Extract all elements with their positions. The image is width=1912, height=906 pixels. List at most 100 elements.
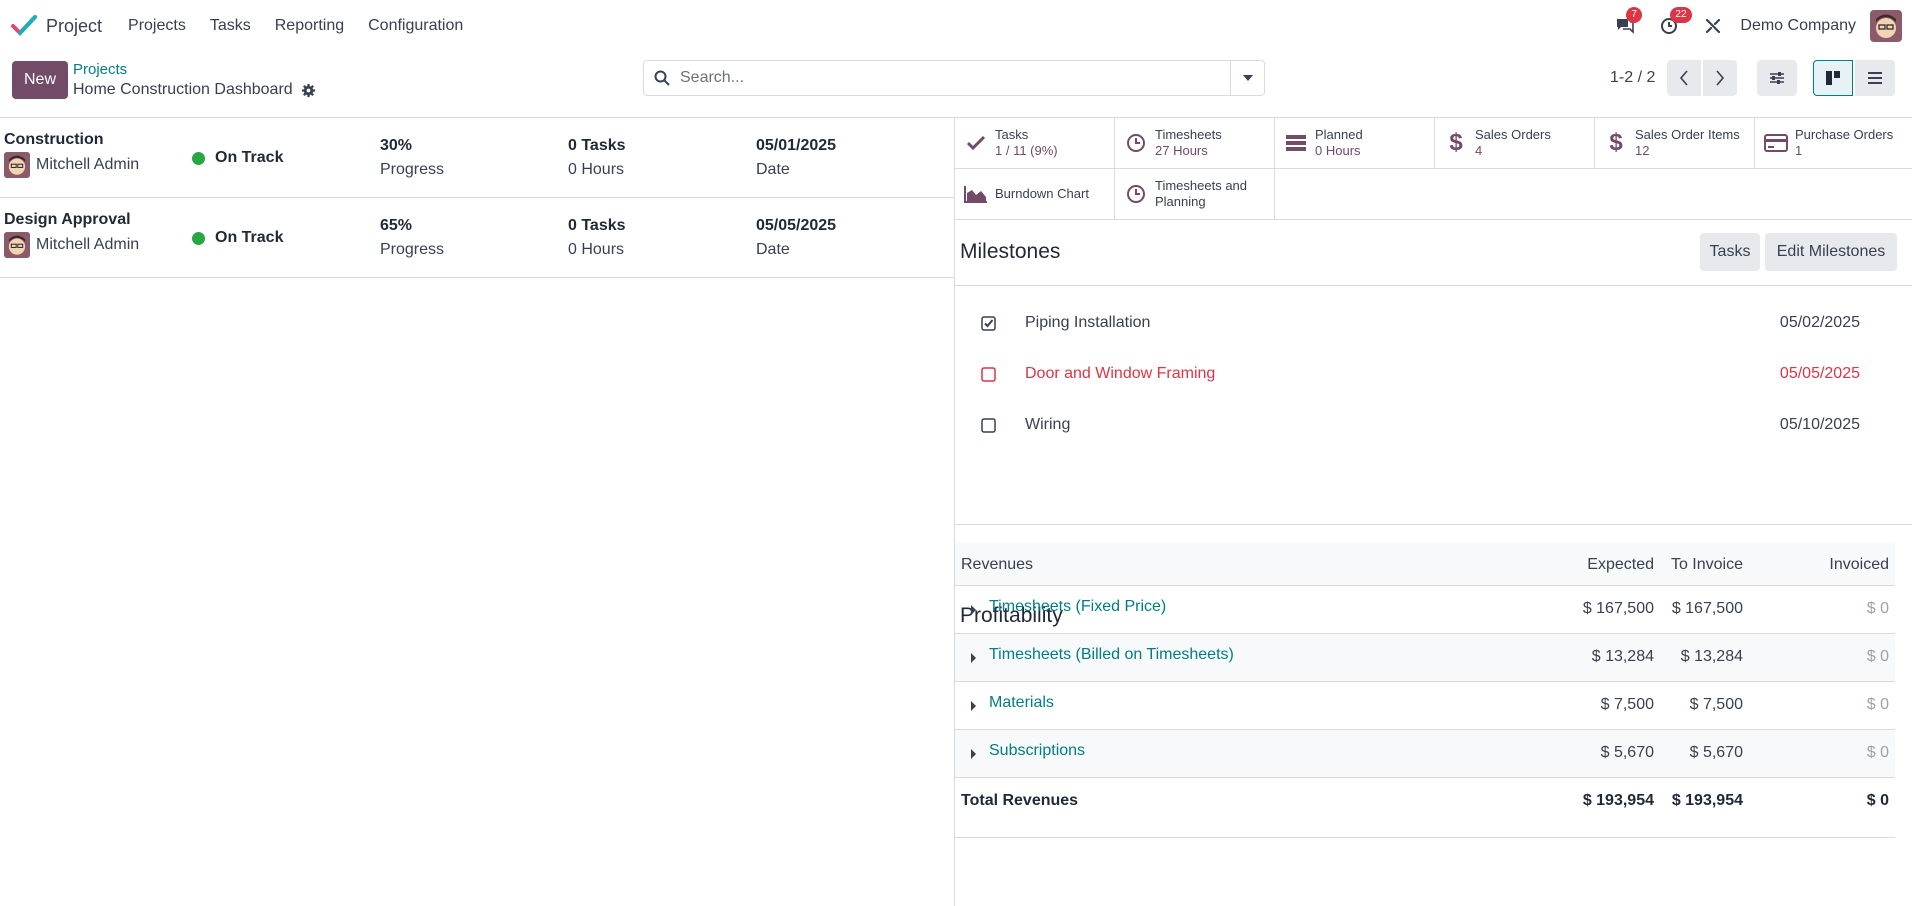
invoiced-value: $ 0 (1866, 744, 1889, 761)
milestone-item[interactable]: Piping Installation 05/02/2025 (955, 304, 1912, 344)
caret-right-icon[interactable] (971, 701, 976, 711)
revenue-name-link[interactable]: Timesheets (Billed on Timesheets) (989, 646, 1234, 664)
stat-planned[interactable]: Planned 0 Hours (1275, 118, 1435, 169)
caret-right-icon[interactable] (971, 605, 976, 615)
milestone-item[interactable]: Wiring 05/10/2025 (955, 406, 1912, 446)
company-switcher[interactable]: Demo Company (1740, 17, 1856, 35)
tools-icon[interactable] (1700, 13, 1726, 39)
header-invoiced: Invoiced (1829, 556, 1889, 573)
gear-icon[interactable] (301, 83, 316, 98)
stat-value: 12 (1635, 143, 1650, 158)
activities-badge: 22 (1670, 7, 1692, 23)
search-options-toggle[interactable] (1230, 61, 1264, 95)
search-icon (644, 70, 680, 86)
project-manager: Mitchell Admin (4, 152, 139, 178)
navbar-right: 7 22 Demo Company (1594, 0, 1902, 52)
stat-label: Purchase Orders (1795, 127, 1894, 142)
list-view-button[interactable] (1855, 60, 1895, 96)
invoiced-value: $ 0 (1866, 600, 1889, 617)
total-invoiced: $ 0 (1866, 792, 1889, 809)
new-button[interactable]: New (12, 61, 68, 99)
date-label: Date (756, 241, 790, 258)
checkbox-icon[interactable] (981, 367, 996, 386)
manager-name: Mitchell Admin (36, 156, 140, 173)
menu-projects[interactable]: Projects (116, 17, 198, 35)
invoiced-value: $ 0 (1866, 696, 1889, 713)
to-invoice-value: $ 167,500 (1671, 600, 1743, 617)
pager-next-button[interactable] (1703, 60, 1737, 96)
pager-previous-button[interactable] (1667, 60, 1701, 96)
project-manager: Mitchell Admin (4, 232, 139, 258)
menu-configuration[interactable]: Configuration (356, 17, 475, 35)
milestone-item[interactable]: Door and Window Framing 05/05/2025 (955, 355, 1912, 395)
milestone-name: Door and Window Framing (1025, 365, 1216, 382)
total-to-invoice: $ 193,954 (1671, 792, 1743, 809)
profitability-table: Revenues Expected To Invoice Invoiced Ti… (955, 543, 1895, 838)
expected-value: $ 13,284 (1591, 648, 1654, 665)
menu-reporting[interactable]: Reporting (263, 17, 356, 35)
messages-icon[interactable]: 7 (1612, 7, 1642, 39)
checkbox-icon[interactable] (981, 418, 996, 437)
edit-milestones-button[interactable]: Edit Milestones (1765, 233, 1897, 271)
revenue-name-link[interactable]: Materials (989, 694, 1054, 712)
stat-timesheets-planning[interactable]: Timesheets and Planning (1115, 169, 1275, 220)
search-bar (643, 60, 1265, 96)
table-row[interactable]: Timesheets (Fixed Price) $ 167,500 $ 167… (955, 586, 1895, 634)
stat-label: Burndown Chart (995, 186, 1089, 201)
stat-value: 1 (1795, 143, 1803, 158)
checked-checkbox-icon[interactable] (981, 316, 996, 335)
menu-tasks[interactable]: Tasks (198, 17, 263, 35)
sliders-button[interactable] (1757, 60, 1797, 96)
stat-sales-orders[interactable]: $ Sales Orders 4 (1435, 118, 1595, 169)
table-row[interactable]: Subscriptions $ 5,670 $ 5,670 $ 0 (955, 730, 1895, 778)
app-brand[interactable]: Project (10, 12, 102, 40)
top-navbar: Project Projects Tasks Reporting Configu… (0, 0, 1912, 52)
stat-sales-order-items[interactable]: $ Sales Order Items 12 (1595, 118, 1755, 169)
date-cell: 05/01/2025 Date (756, 137, 836, 179)
stat-tasks[interactable]: Tasks 1 / 11 (9%) (955, 118, 1115, 169)
progress-label: Progress (380, 161, 445, 178)
avatar (4, 232, 30, 258)
revenue-name-link[interactable]: Timesheets (Fixed Price) (989, 598, 1166, 616)
table-row[interactable]: Timesheets (Billed on Timesheets) $ 13,2… (955, 634, 1895, 682)
milestone-name: Piping Installation (1025, 314, 1151, 331)
expected-value: $ 167,500 (1582, 600, 1654, 617)
milestones-title: Milestones (960, 240, 1061, 263)
project-name: Construction (4, 131, 104, 148)
stat-value: 4 (1475, 143, 1483, 158)
date-value: 05/01/2025 (756, 137, 837, 154)
stat-value: 1 / 11 (9%) (995, 143, 1058, 158)
breadcrumb-projects[interactable]: Projects (73, 61, 127, 78)
caret-right-icon[interactable] (971, 653, 976, 663)
search-input[interactable] (680, 69, 1230, 87)
projects-list: Construction Mitchell Admin On Track 30%… (0, 118, 955, 906)
page-title: Home Construction Dashboard (73, 81, 293, 98)
user-avatar[interactable] (1870, 10, 1902, 42)
avatar (4, 152, 30, 178)
manager-name: Mitchell Admin (36, 236, 140, 253)
clock-icon (1123, 133, 1149, 153)
stat-buttons: Tasks 1 / 11 (9%) Timesheets 27 Hours Plan… (955, 118, 1912, 220)
project-row[interactable]: Design Approval Mitchell Admin On Track … (0, 198, 954, 278)
pager-value[interactable]: 1-2 / 2 (1610, 69, 1655, 87)
stat-burndown-chart[interactable]: Burndown Chart (955, 169, 1115, 220)
kanban-view-button[interactable] (1813, 60, 1853, 96)
to-invoice-value: $ 5,670 (1689, 744, 1743, 761)
total-label: Total Revenues (961, 792, 1079, 809)
caret-down-icon (1242, 75, 1253, 81)
stat-timesheets[interactable]: Timesheets 27 Hours (1115, 118, 1275, 169)
table-row[interactable]: Materials $ 7,500 $ 7,500 $ 0 (955, 682, 1895, 730)
revenue-name-link[interactable]: Subscriptions (989, 742, 1085, 760)
tasks-count: 0 Tasks (568, 137, 626, 154)
status-label: On Track (215, 229, 284, 246)
progress-cell: 65% Progress (380, 217, 444, 259)
tasks-cell: 0 Tasks 0 Hours (568, 137, 626, 179)
stat-purchase-orders[interactable]: Purchase Orders 1 (1755, 118, 1912, 169)
expected-value: $ 5,670 (1600, 744, 1654, 761)
tasks-button[interactable]: Tasks (1700, 233, 1760, 271)
caret-right-icon[interactable] (971, 749, 976, 759)
activities-icon[interactable]: 22 (1656, 7, 1692, 39)
project-row[interactable]: Construction Mitchell Admin On Track 30%… (0, 118, 954, 198)
milestone-date: 05/02/2025 (1779, 314, 1860, 331)
progress-label: Progress (380, 241, 445, 258)
